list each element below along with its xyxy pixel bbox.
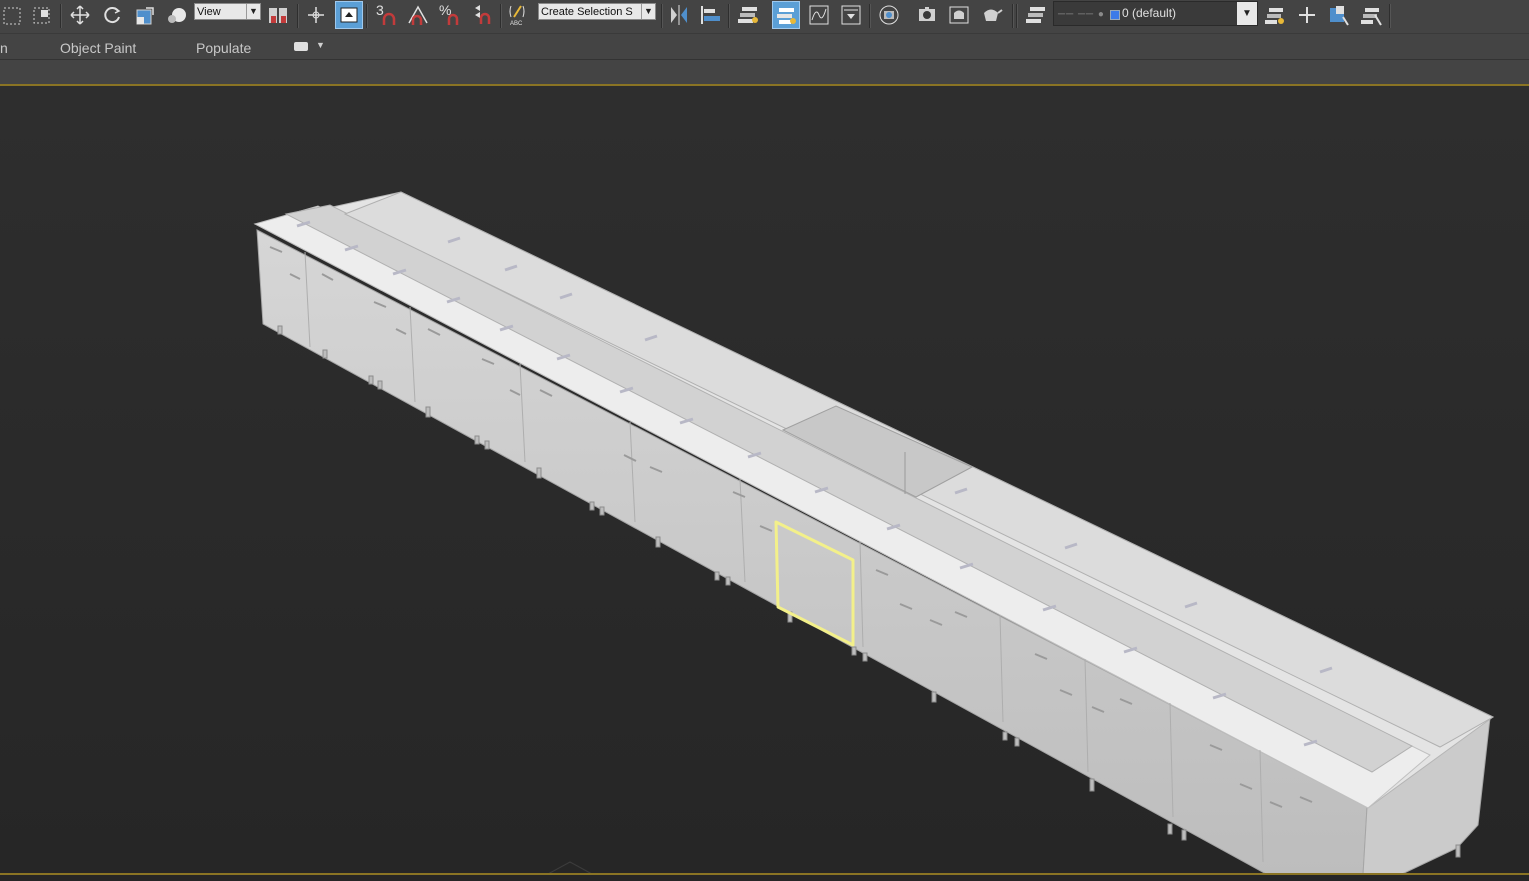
select-objects-in-layer-icon[interactable] bbox=[1358, 2, 1384, 28]
toolbar-separator bbox=[661, 4, 663, 28]
render-production-icon[interactable] bbox=[978, 2, 1004, 28]
toolbar-separator bbox=[60, 4, 62, 28]
tab-modeling-truncated[interactable]: n bbox=[0, 40, 8, 56]
select-region-icon[interactable] bbox=[0, 2, 26, 28]
add-selection-to-layer-icon[interactable] bbox=[1326, 2, 1352, 28]
ribbon-panel-collapsed bbox=[0, 59, 1529, 85]
toolbar-separator bbox=[297, 4, 299, 28]
toggle-layer-explorer-icon[interactable] bbox=[772, 1, 800, 29]
curve-editor-icon[interactable] bbox=[806, 2, 832, 28]
angle-snap-icon[interactable] bbox=[405, 2, 431, 28]
ribbon-minimize-toggle[interactable]: ▼ bbox=[292, 40, 325, 54]
toolbar-separator bbox=[1012, 4, 1014, 28]
named-selection-set-dropdown[interactable]: Create Selection S ▼ bbox=[538, 3, 656, 20]
svg-text:ABC: ABC bbox=[510, 21, 523, 27]
keyboard-shortcut-override-icon[interactable] bbox=[335, 1, 363, 29]
perspective-viewport[interactable] bbox=[0, 84, 1529, 881]
toggle-scene-explorer-icon[interactable] bbox=[735, 2, 761, 28]
viewport-active-border bbox=[0, 873, 1529, 875]
layer-visibility-icons: ── ── ● bbox=[1058, 9, 1105, 20]
reagent-shelf-front bbox=[284, 204, 1414, 773]
main-toolbar: View ▼ 3 % ABC Create Selection S ▼ ── ─… bbox=[0, 0, 1529, 34]
schematic-view-icon[interactable] bbox=[838, 2, 864, 28]
layers-manager-icon[interactable] bbox=[1023, 2, 1049, 28]
select-and-move-icon[interactable] bbox=[67, 2, 93, 28]
chevron-down-icon: ▼ bbox=[316, 40, 325, 50]
cabinet-front-face[interactable] bbox=[256, 229, 1368, 875]
layer-dropdown[interactable]: ── ── ● 0 (default) ▼ bbox=[1053, 1, 1258, 26]
rendered-frame-window-icon[interactable] bbox=[946, 2, 972, 28]
create-new-layer-icon[interactable] bbox=[1294, 2, 1320, 28]
material-editor-icon[interactable] bbox=[876, 2, 902, 28]
toolbar-separator bbox=[728, 4, 730, 28]
layer-dropdown-value: 0 (default) bbox=[1122, 6, 1177, 20]
mirror-icon[interactable] bbox=[666, 2, 692, 28]
toolbar-separator bbox=[1389, 4, 1391, 28]
ribbon-toggle-icon bbox=[294, 42, 308, 51]
select-and-rotate-icon[interactable] bbox=[99, 2, 125, 28]
chevron-down-icon: ▼ bbox=[641, 4, 655, 19]
tab-object-paint[interactable]: Object Paint bbox=[60, 40, 136, 56]
render-setup-icon[interactable] bbox=[914, 2, 940, 28]
edit-named-selection-icon[interactable]: ABC bbox=[506, 2, 532, 28]
chevron-down-icon: ▼ bbox=[1237, 2, 1257, 25]
percent-snap-icon[interactable]: % bbox=[437, 2, 463, 28]
manipulate-icon[interactable] bbox=[303, 2, 329, 28]
worktop-front-edge bbox=[253, 205, 1431, 809]
chevron-down-icon: ▼ bbox=[246, 4, 260, 19]
named-selection-set-value: Create Selection S bbox=[541, 6, 633, 18]
align-icon[interactable] bbox=[698, 2, 724, 28]
select-and-scale-icon[interactable] bbox=[132, 2, 158, 28]
tab-populate[interactable]: Populate bbox=[196, 40, 251, 56]
select-and-place-icon[interactable] bbox=[164, 2, 190, 28]
viewport-scene bbox=[253, 191, 1495, 875]
ribbon-tab-bar: n Object Paint Populate ▼ bbox=[0, 34, 1529, 59]
layer-properties-icon[interactable] bbox=[1262, 2, 1288, 28]
spinner-snap-icon[interactable] bbox=[469, 2, 495, 28]
window-crossing-icon[interactable] bbox=[29, 2, 55, 28]
toolbar-separator bbox=[366, 4, 368, 28]
pivot-center-icon[interactable] bbox=[265, 2, 291, 28]
snaps-toggle-icon[interactable]: 3 bbox=[373, 2, 399, 28]
toolbar-separator bbox=[1016, 4, 1018, 28]
toolbar-separator bbox=[500, 4, 502, 28]
reference-coordinate-value: View bbox=[197, 6, 221, 18]
reference-coordinate-dropdown[interactable]: View ▼ bbox=[194, 3, 261, 20]
layer-color-swatch bbox=[1110, 10, 1120, 20]
toolbar-separator bbox=[869, 4, 871, 28]
